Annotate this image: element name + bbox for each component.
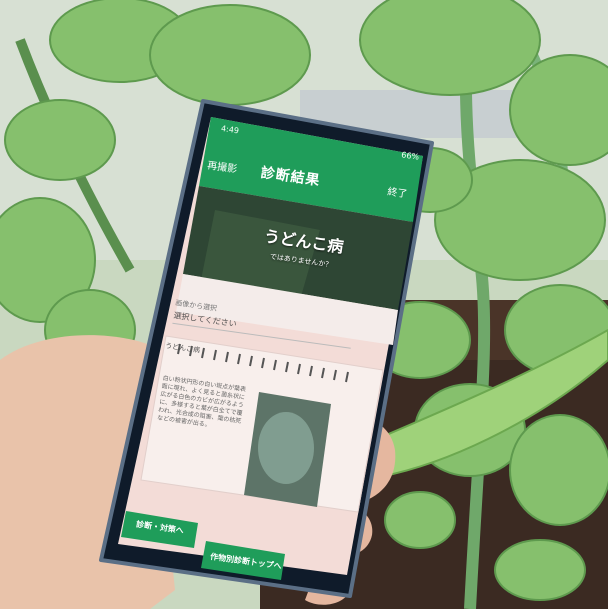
battery-level: 66% bbox=[400, 150, 420, 162]
page-title: 診断結果 bbox=[259, 164, 322, 190]
leaf-thumbnail bbox=[245, 384, 328, 489]
disease-description: 白い粉状円形の白い斑点が葉表面に現れ、よく見ると菌糸状に広がる白色のカビが広がる… bbox=[156, 374, 247, 429]
retake-button[interactable]: 再撮影 bbox=[206, 156, 238, 175]
pea-plant-photo bbox=[0, 0, 608, 609]
status-time: 4:49 bbox=[220, 123, 240, 136]
result-card: うどんこ病 白い粉状円形の白い斑点が葉表面に現れ、よく見ると菌糸状に広がる白色の… bbox=[141, 340, 359, 506]
exit-button[interactable]: 終了 bbox=[387, 183, 409, 201]
